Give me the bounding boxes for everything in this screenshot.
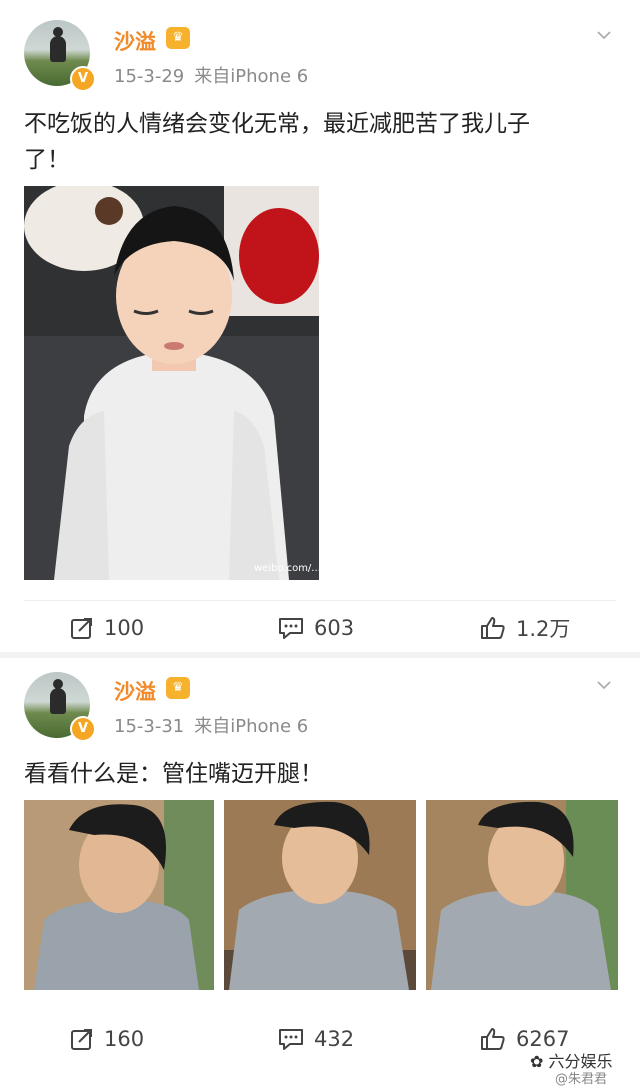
chevron-down-icon[interactable] (597, 678, 611, 692)
like-button[interactable]: 1.2万 (480, 608, 570, 648)
thumbs-up-icon (481, 1028, 505, 1050)
repost-icon (71, 1029, 92, 1050)
watermark-handle: @朱君君 (555, 1072, 608, 1087)
post-photo[interactable] (426, 800, 618, 990)
thumbs-up-icon (481, 617, 505, 639)
comment-button[interactable]: 432 (278, 1019, 354, 1059)
comment-icon (279, 618, 303, 639)
post-photo[interactable] (24, 800, 214, 990)
comment-icon (279, 1029, 303, 1050)
divider (24, 600, 616, 601)
repost-count: 160 (104, 1027, 145, 1051)
post-meta: 15-3-31 来自iPhone 6 (114, 712, 308, 738)
username[interactable]: 沙溢 (114, 676, 156, 706)
image-watermark: weibo.com/... (254, 563, 319, 574)
post-text-line: 看看什么是：管住嘴迈开腿！ (24, 761, 323, 787)
post-separator (0, 652, 640, 658)
repost-count: 100 (104, 616, 145, 640)
post-source: 来自iPhone 6 (194, 716, 309, 737)
comment-count: 603 (314, 616, 355, 640)
repost-button[interactable]: 160 (70, 1019, 144, 1059)
like-count: 1.2万 (516, 617, 571, 641)
repost-button[interactable]: 100 (70, 608, 144, 648)
comment-count: 432 (314, 1027, 355, 1051)
post-photo[interactable] (224, 800, 416, 990)
wechat-icon: ✿ (530, 1052, 544, 1071)
action-bar: 100 603 1.2万 (0, 608, 640, 648)
crown-icon: ♛ (166, 677, 190, 699)
comment-button[interactable]: 603 (278, 608, 354, 648)
repost-icon (71, 618, 92, 639)
post-date: 15-3-31 (114, 716, 185, 737)
verified-badge-icon: V (70, 716, 96, 742)
post-text: 看看什么是：管住嘴迈开腿！ (24, 756, 604, 792)
weibo-post-2: V 沙溢 ♛ 15-3-31 来自iPhone 6 看看什么是：管住嘴迈开腿！ (0, 0, 640, 1051)
